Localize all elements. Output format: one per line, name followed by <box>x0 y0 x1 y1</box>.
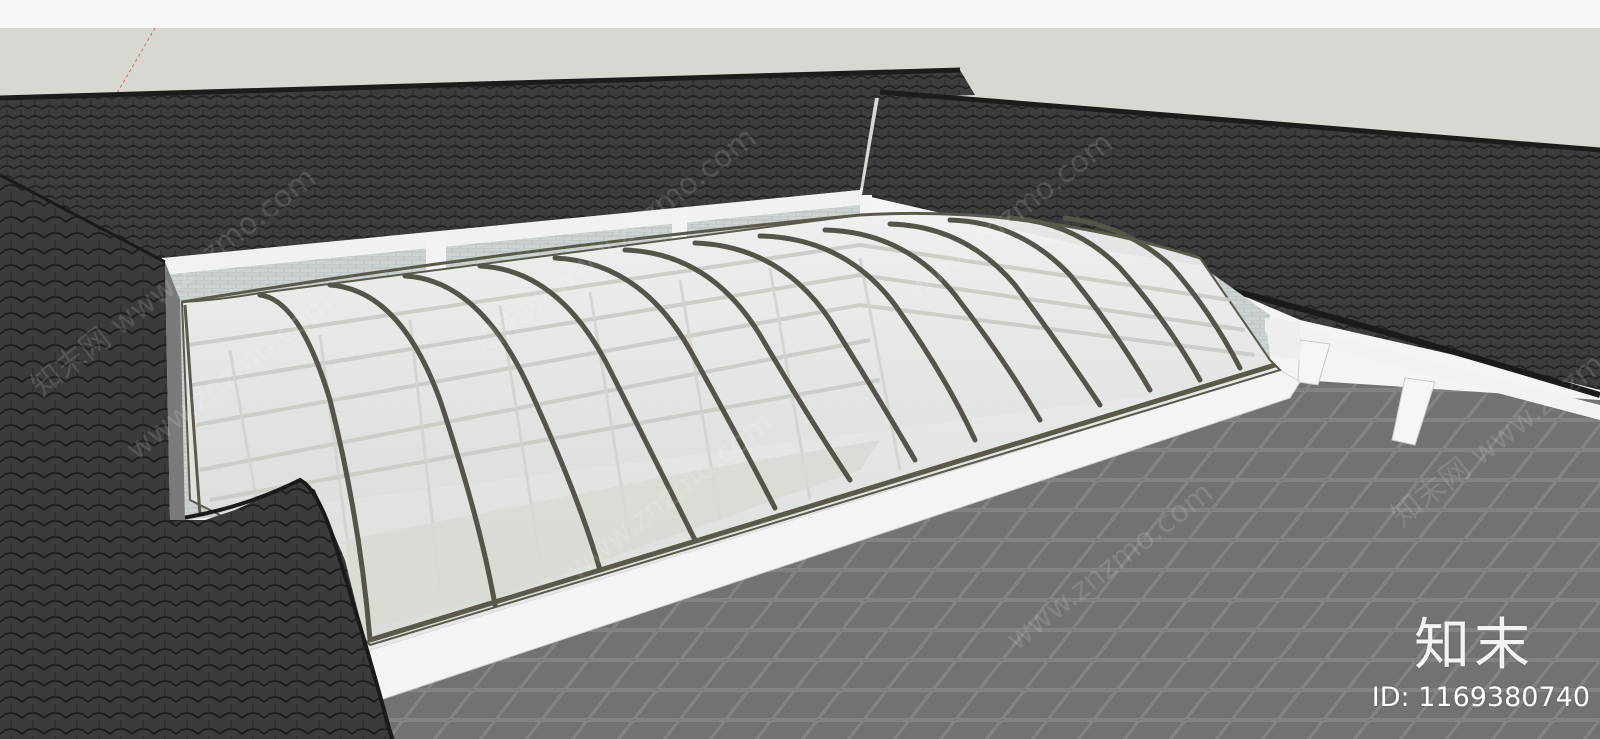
image-id-label: ID: 1169380740 <box>1371 682 1590 713</box>
brand-logo: 知末 <box>1414 613 1534 678</box>
model-render <box>0 0 1600 739</box>
header-bar <box>0 0 1600 28</box>
viewport[interactable]: www.znzmo.com www.znzmo.com www.znzmo.co… <box>0 0 1600 739</box>
column <box>1297 339 1331 386</box>
